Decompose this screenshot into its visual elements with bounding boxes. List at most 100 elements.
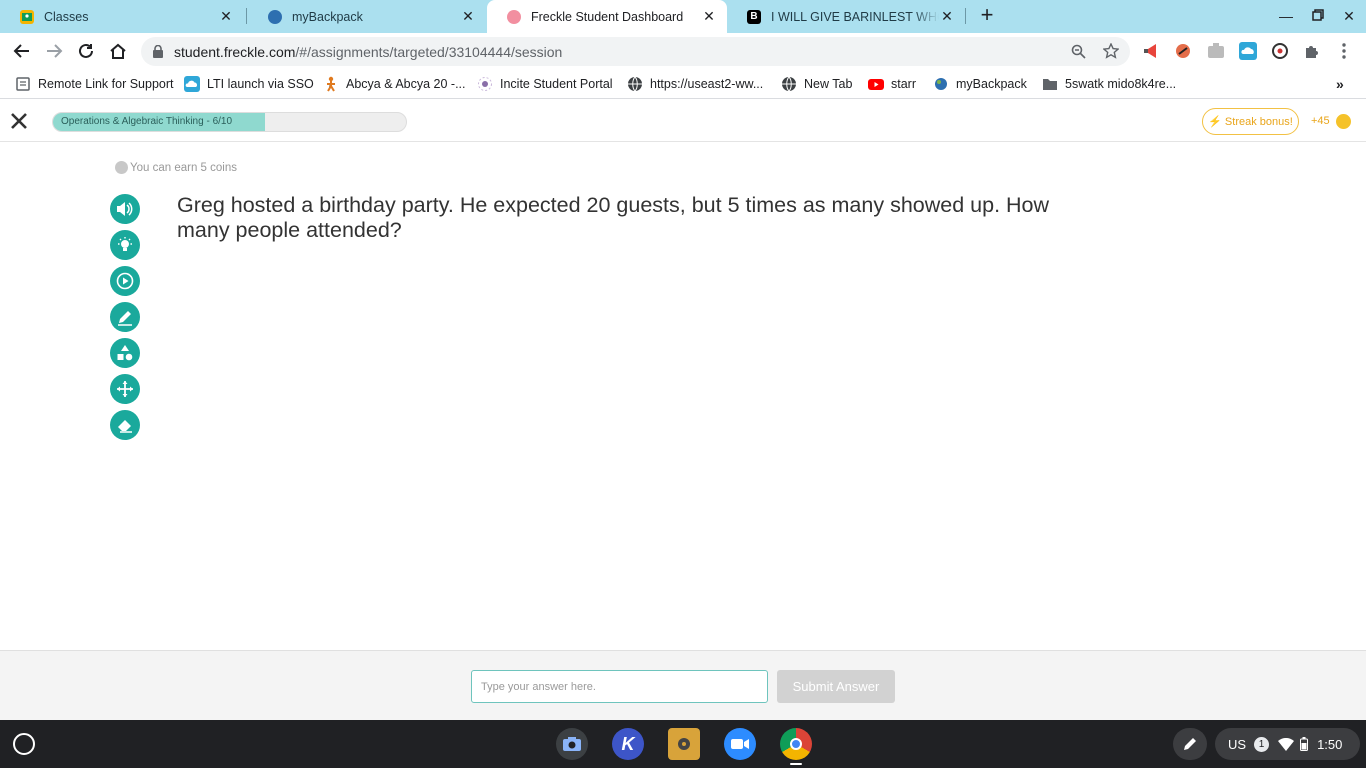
coin-count: +45 — [1311, 115, 1330, 127]
menu-icon[interactable] — [1334, 41, 1354, 61]
puzzle-icon[interactable] — [1302, 41, 1322, 61]
answer-footer: Submit Answer — [0, 650, 1366, 720]
bookmarks-bar: Remote Link for Support LTI launch via S… — [0, 70, 1366, 99]
tab-title: I WILL GIVE BARINLEST WHO HE — [771, 9, 939, 24]
read-aloud-button[interactable] — [110, 194, 140, 224]
globe-icon — [268, 9, 282, 24]
bookmark-starr[interactable]: starr — [868, 75, 916, 93]
reload-button[interactable] — [74, 39, 98, 63]
bookmark-folder[interactable]: 5swatk mido8k4re... — [1042, 75, 1176, 93]
chevron-right-icon[interactable]: » — [1336, 75, 1344, 93]
extension-icon[interactable] — [1270, 41, 1290, 61]
cloud-icon[interactable] — [1238, 41, 1258, 61]
tab-title: Freckle Student Dashboard — [531, 9, 684, 24]
input-method: US — [1228, 736, 1247, 752]
shapes-button[interactable] — [110, 338, 140, 368]
pencil-icon — [118, 311, 132, 326]
tab-strip: Classes ✕ myBackpack ✕ Freckle Student D… — [0, 0, 1366, 33]
tab-freckle-dashboard[interactable]: Freckle Student Dashboard ✕ — [487, 0, 727, 33]
close-icon[interactable]: ✕ — [939, 8, 955, 25]
status-tray[interactable]: US 1 1:50 — [1215, 728, 1360, 760]
bookmark-useast2[interactable]: https://useast2-ww... — [627, 75, 763, 93]
tab-mybackpack[interactable]: myBackpack ✕ — [248, 0, 486, 33]
arrow-right-icon — [47, 44, 63, 58]
session-header: Operations & Algebraic Thinking - 6/10 ⚡… — [0, 100, 1366, 142]
tab-divider — [246, 8, 247, 24]
star-icon[interactable] — [1103, 43, 1119, 59]
tab-divider — [965, 8, 966, 24]
tab-title: Classes — [44, 9, 89, 24]
reload-icon — [79, 43, 93, 58]
earn-coins-note: You can earn 5 coins — [115, 161, 237, 174]
close-icon[interactable] — [9, 111, 29, 131]
runner-icon — [327, 76, 335, 92]
lock-icon — [153, 45, 163, 58]
hint-button[interactable] — [110, 230, 140, 260]
globe-icon — [628, 76, 642, 92]
globe-icon — [935, 78, 947, 90]
freckle-session-page: Operations & Algebraic Thinking - 6/10 ⚡… — [0, 100, 1366, 720]
camera-app-icon[interactable] — [556, 728, 588, 760]
arrow-left-icon — [13, 44, 29, 58]
browser-toolbar: student.freckle.com/#/assignments/target… — [0, 33, 1366, 70]
active-indicator — [790, 763, 802, 765]
battery-icon — [1300, 737, 1309, 751]
tab-classes[interactable]: Classes ✕ — [0, 0, 244, 33]
close-icon[interactable]: ✕ — [701, 8, 717, 25]
progress-bar: Operations & Algebraic Thinking - 6/10 — [52, 112, 407, 132]
bookmark-abcya[interactable]: Abcya & Abcya 20 -... — [323, 75, 466, 93]
extension-icon[interactable] — [1173, 41, 1193, 61]
streak-bonus-badge: ⚡ Streak bonus! — [1202, 108, 1299, 135]
progress-label: Operations & Algebraic Thinking - 6/10 — [61, 116, 233, 127]
bookmark-mybackpack[interactable]: myBackpack — [933, 75, 1027, 93]
extension-icon[interactable] — [1206, 41, 1226, 61]
speaker-icon — [117, 202, 133, 216]
close-icon[interactable]: ✕ — [218, 8, 234, 25]
url-text: student.freckle.com/#/assignments/target… — [174, 44, 563, 60]
back-button[interactable] — [10, 39, 34, 63]
answer-input[interactable] — [471, 670, 768, 703]
submit-answer-button[interactable]: Submit Answer — [777, 670, 895, 703]
bookmark-lti-launch[interactable]: LTI launch via SSO — [184, 75, 314, 93]
clock: 1:50 — [1317, 736, 1343, 752]
wifi-icon — [1278, 737, 1295, 751]
coin-icon — [1336, 114, 1351, 129]
forward-button[interactable] — [42, 39, 66, 63]
home-icon — [110, 43, 126, 59]
close-icon[interactable]: ✕ — [460, 8, 476, 25]
video-icon — [116, 272, 134, 290]
zoom-icon[interactable] — [1071, 44, 1086, 59]
minimize-button[interactable]: — — [1275, 5, 1297, 27]
launcher-button[interactable] — [13, 733, 35, 755]
bookmark-new-tab[interactable]: New Tab — [781, 75, 852, 93]
game-app-icon[interactable] — [668, 728, 700, 760]
kami-app-icon[interactable]: K — [612, 728, 644, 760]
sparkle-icon — [478, 77, 492, 91]
eraser-icon — [118, 420, 132, 433]
coin-icon — [115, 161, 128, 174]
pencil-button[interactable] — [110, 302, 140, 332]
freckle-pig-icon — [507, 9, 521, 24]
new-tab-button[interactable]: + — [976, 4, 998, 27]
tab-brainly[interactable]: B I WILL GIVE BARINLEST WHO HE ✕ — [727, 0, 965, 33]
tab-title: myBackpack — [292, 9, 363, 24]
eraser-button[interactable] — [110, 410, 140, 440]
move-button[interactable] — [110, 374, 140, 404]
stylus-tools-button[interactable] — [1173, 728, 1207, 760]
restore-button[interactable] — [1307, 5, 1329, 27]
video-button[interactable] — [110, 266, 140, 296]
pen-icon — [1184, 738, 1196, 750]
address-bar[interactable]: student.freckle.com/#/assignments/target… — [141, 37, 1130, 66]
close-window-button[interactable]: ✕ — [1338, 5, 1360, 27]
bookmark-remote-link[interactable]: Remote Link for Support — [15, 75, 174, 93]
bookmark-incite[interactable]: Incite Student Portal — [477, 75, 613, 93]
youtube-icon — [868, 79, 884, 90]
home-button[interactable] — [106, 39, 130, 63]
brainly-icon: B — [747, 9, 761, 24]
notification-badge: 1 — [1254, 736, 1270, 752]
zoom-app-icon[interactable] — [724, 728, 756, 760]
chrome-app-icon[interactable] — [780, 728, 812, 760]
megaphone-icon[interactable] — [1141, 41, 1161, 61]
document-icon — [16, 77, 30, 91]
globe-icon — [782, 76, 796, 92]
